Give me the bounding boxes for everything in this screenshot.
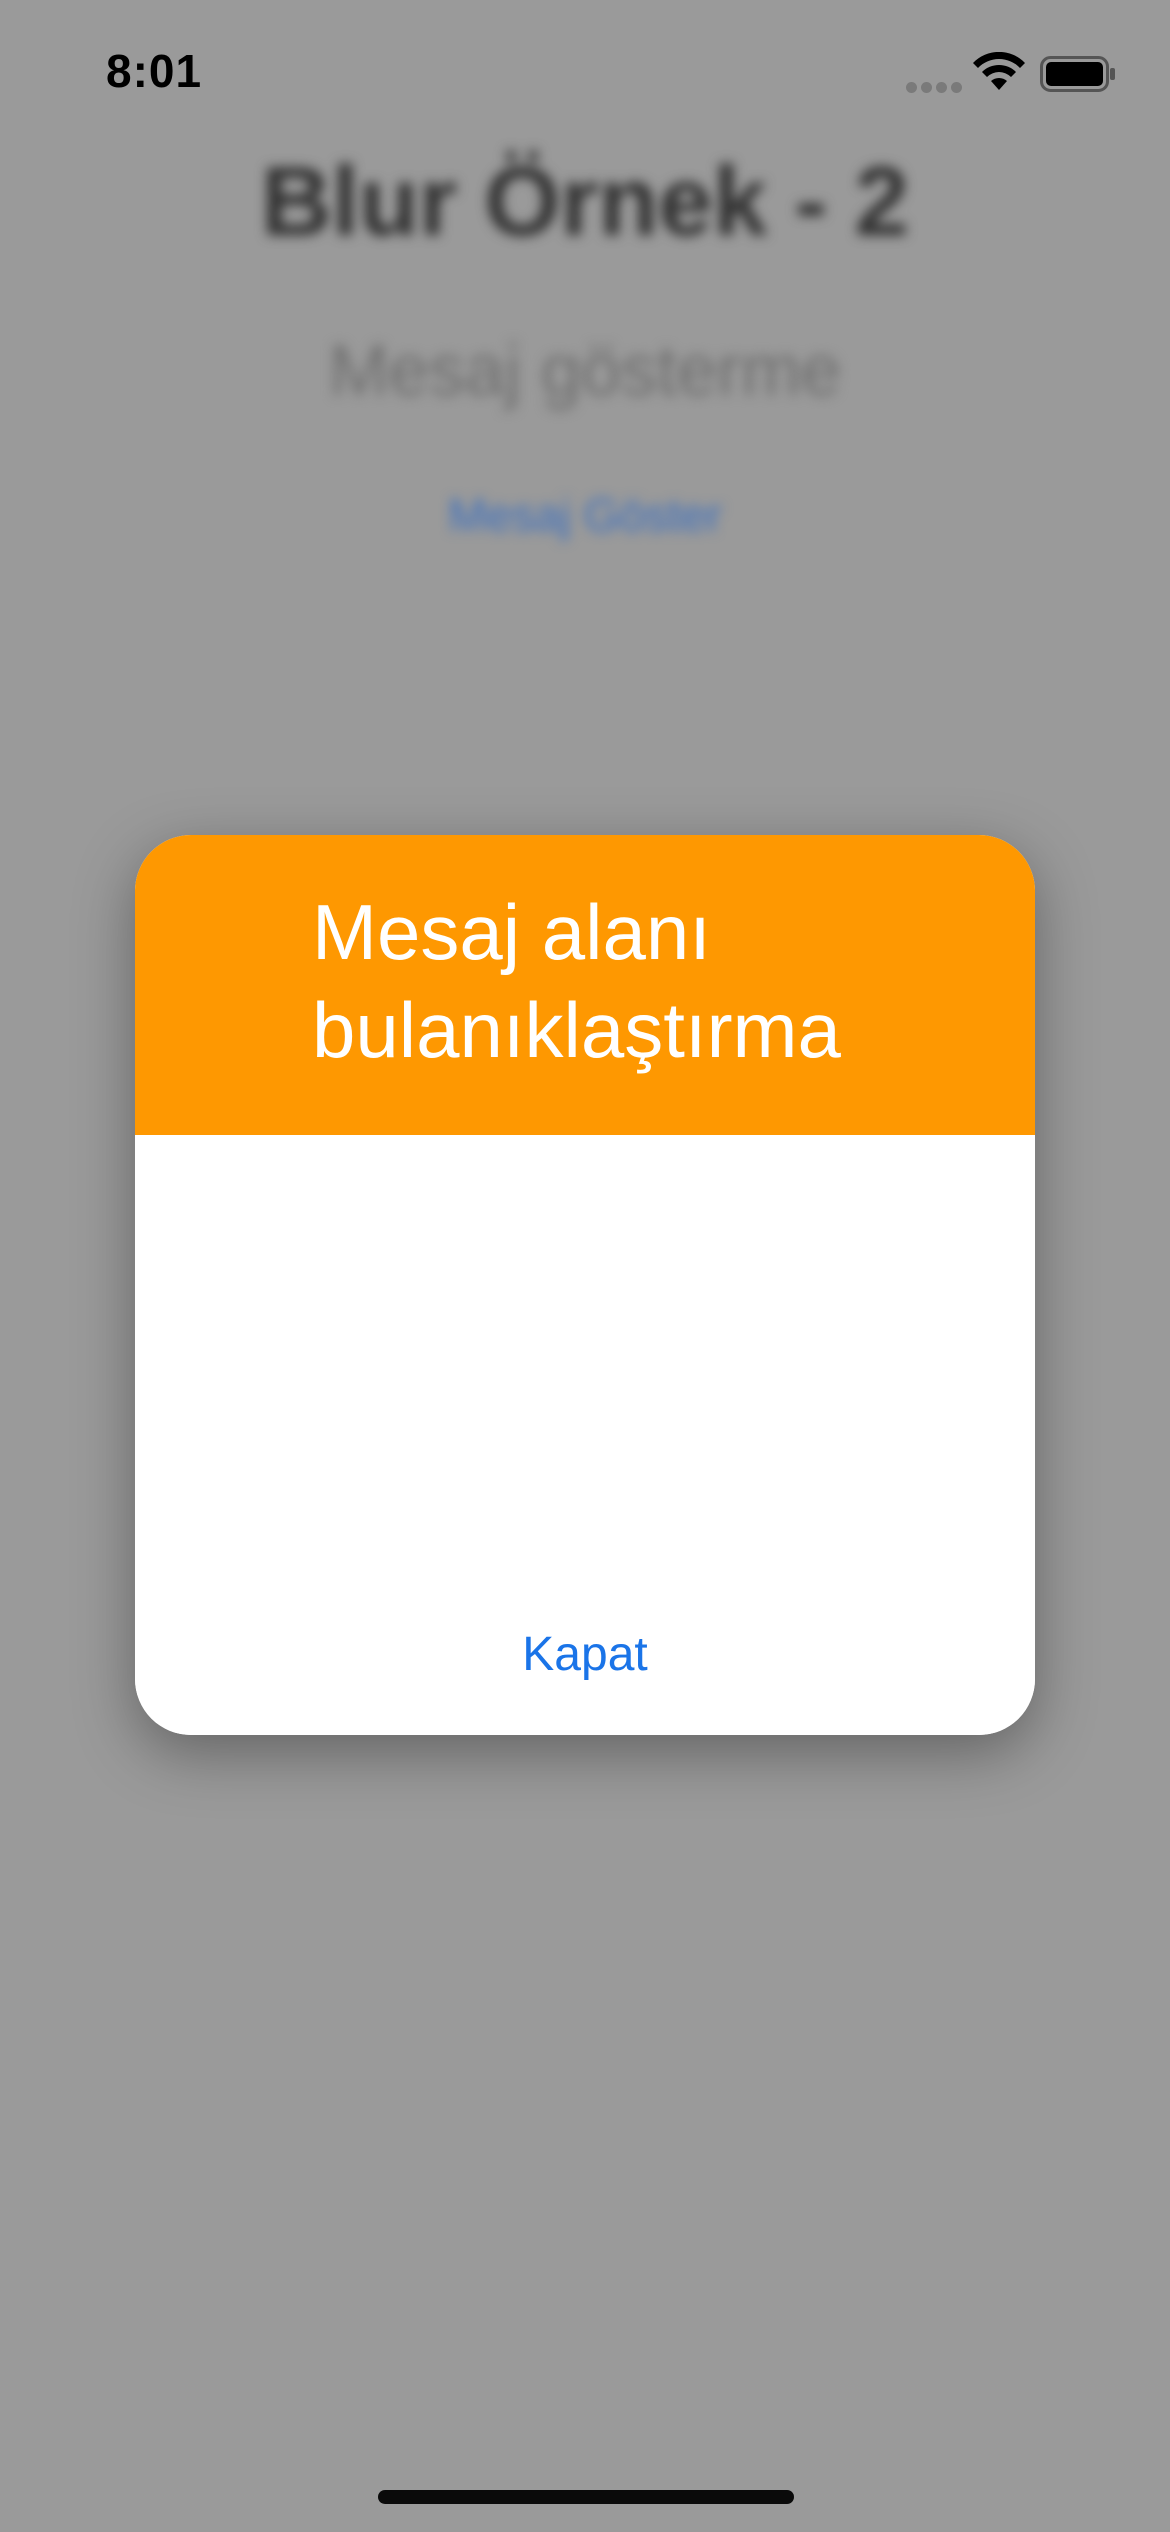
wifi-icon (973, 52, 1025, 90)
home-indicator[interactable] (378, 2490, 794, 2504)
page-title: Blur Örnek - 2 (260, 146, 910, 256)
show-message-button[interactable]: Mesaj Göster (0, 488, 1170, 542)
status-bar: 8:01 (0, 0, 1170, 150)
message-dialog: Mesaj alanı bulanıklaştırma Kapat (135, 835, 1035, 1735)
battery-icon (1040, 56, 1115, 92)
app-screen: Blur Örnek - 2 Mesaj gösterme Mesaj Göst… (0, 0, 1170, 2532)
cellular-signal-icon (906, 82, 962, 96)
page-subtitle: Mesaj gösterme (328, 331, 842, 411)
dialog-title: Mesaj alanı bulanıklaştırma (312, 888, 841, 1074)
dialog-header: Mesaj alanı bulanıklaştırma (135, 835, 1035, 1135)
status-time: 8:01 (106, 45, 203, 97)
dialog-body: Kapat (135, 1135, 1035, 1735)
close-button[interactable]: Kapat (435, 1615, 735, 1695)
